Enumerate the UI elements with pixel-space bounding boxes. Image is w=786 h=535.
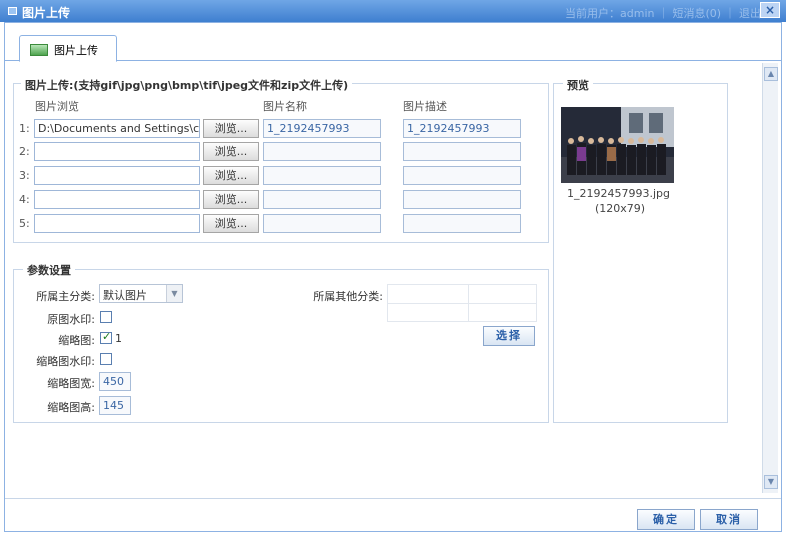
image-desc-input[interactable] xyxy=(403,214,521,233)
watermark-label: 原图水印: xyxy=(47,313,95,326)
browse-button[interactable]: 浏览... xyxy=(203,190,259,209)
file-path-input[interactable] xyxy=(34,142,200,161)
other-category-grid[interactable] xyxy=(387,284,537,322)
row-number: 2: xyxy=(19,145,30,158)
tab-image-upload[interactable]: 图片上传 xyxy=(19,35,117,62)
thumbnail-value: 1 xyxy=(115,332,122,345)
row-number: 3: xyxy=(19,169,30,182)
tab-strip: 图片上传 xyxy=(5,23,781,62)
image-desc-input[interactable]: 1_2192457993 xyxy=(403,119,521,138)
dialog-body: 图片上传 图片上传:(支持gif\jpg\png\bmp\tif\jpeg文件和… xyxy=(4,22,782,532)
chevron-down-icon: ▼ xyxy=(166,285,182,302)
image-name-input[interactable] xyxy=(263,142,381,161)
other-category-label: 所属其他分类: xyxy=(313,290,383,303)
preview-dimensions: (120x79) xyxy=(595,202,646,215)
dialog-footer: 确定 取消 xyxy=(5,498,781,531)
image-desc-input[interactable] xyxy=(403,142,521,161)
preview-image xyxy=(561,107,674,183)
thumb-watermark-label: 缩略图水印: xyxy=(36,355,95,368)
thumb-width-input[interactable]: 450 xyxy=(99,372,131,391)
thumb-height-label: 缩略图高: xyxy=(47,401,95,414)
watermark-checkbox[interactable] xyxy=(100,311,112,323)
thumb-watermark-checkbox[interactable] xyxy=(100,353,112,365)
thumb-height-input[interactable]: 145 xyxy=(99,396,131,415)
thumbnail-label: 缩略图: xyxy=(58,334,95,347)
main-category-label: 所属主分类: xyxy=(36,290,95,303)
browse-button[interactable]: 浏览... xyxy=(203,166,259,185)
main-category-select[interactable]: 默认图片 ▼ xyxy=(99,284,183,303)
image-upload-icon xyxy=(30,44,48,56)
browse-button[interactable]: 浏览... xyxy=(203,119,259,138)
header-desc: 图片描述 xyxy=(403,100,447,113)
file-path-input[interactable] xyxy=(34,214,200,233)
file-path-input[interactable] xyxy=(34,166,200,185)
image-name-input[interactable]: 1_2192457993 xyxy=(263,119,381,138)
ok-button[interactable]: 确定 xyxy=(637,509,695,530)
file-path-input[interactable]: D:\Documents and Settings\ch xyxy=(34,119,200,138)
row-number: 4: xyxy=(19,193,30,206)
params-section-legend: 参数设置 xyxy=(23,262,75,278)
select-category-button[interactable]: 选择 xyxy=(483,326,535,346)
upload-section-legend: 图片上传:(支持gif\jpg\png\bmp\tif\jpeg文件和zip文件… xyxy=(21,77,353,93)
user-info: 当前用户：admin ｜ 短消息(0) ｜ 退出 xyxy=(565,7,762,20)
image-desc-input[interactable] xyxy=(403,166,521,185)
image-name-input[interactable] xyxy=(263,190,381,209)
row-number: 1: xyxy=(19,122,30,135)
image-name-input[interactable] xyxy=(263,214,381,233)
window-titlebar: 图片上传 当前用户：admin ｜ 短消息(0) ｜ 退出 × xyxy=(0,0,786,22)
browse-button[interactable]: 浏览... xyxy=(203,142,259,161)
image-name-input[interactable] xyxy=(263,166,381,185)
header-browse: 图片浏览 xyxy=(35,100,79,113)
grid-divider xyxy=(388,303,536,304)
preview-filename: 1_2192457993.jpg xyxy=(567,187,671,200)
preview-legend: 预览 xyxy=(563,77,593,93)
main-category-value: 默认图片 xyxy=(103,289,147,302)
file-path-input[interactable] xyxy=(34,190,200,209)
close-button[interactable]: × xyxy=(760,2,780,18)
cancel-button[interactable]: 取消 xyxy=(700,509,758,530)
row-number: 5: xyxy=(19,217,30,230)
thumbnail-checkbox[interactable] xyxy=(100,330,112,344)
scroll-down-icon[interactable]: ▼ xyxy=(764,475,778,489)
tab-label: 图片上传 xyxy=(54,44,98,57)
group-photo-thumbnail xyxy=(561,107,674,183)
thumb-width-label: 缩略图宽: xyxy=(47,377,95,390)
window-icon xyxy=(8,7,17,15)
browse-button[interactable]: 浏览... xyxy=(203,214,259,233)
header-name: 图片名称 xyxy=(263,100,307,113)
image-desc-input[interactable] xyxy=(403,190,521,209)
window-title: 图片上传 xyxy=(22,6,71,20)
scroll-up-icon[interactable]: ▲ xyxy=(764,67,778,81)
vertical-scrollbar[interactable]: ▲ ▼ xyxy=(762,63,778,493)
